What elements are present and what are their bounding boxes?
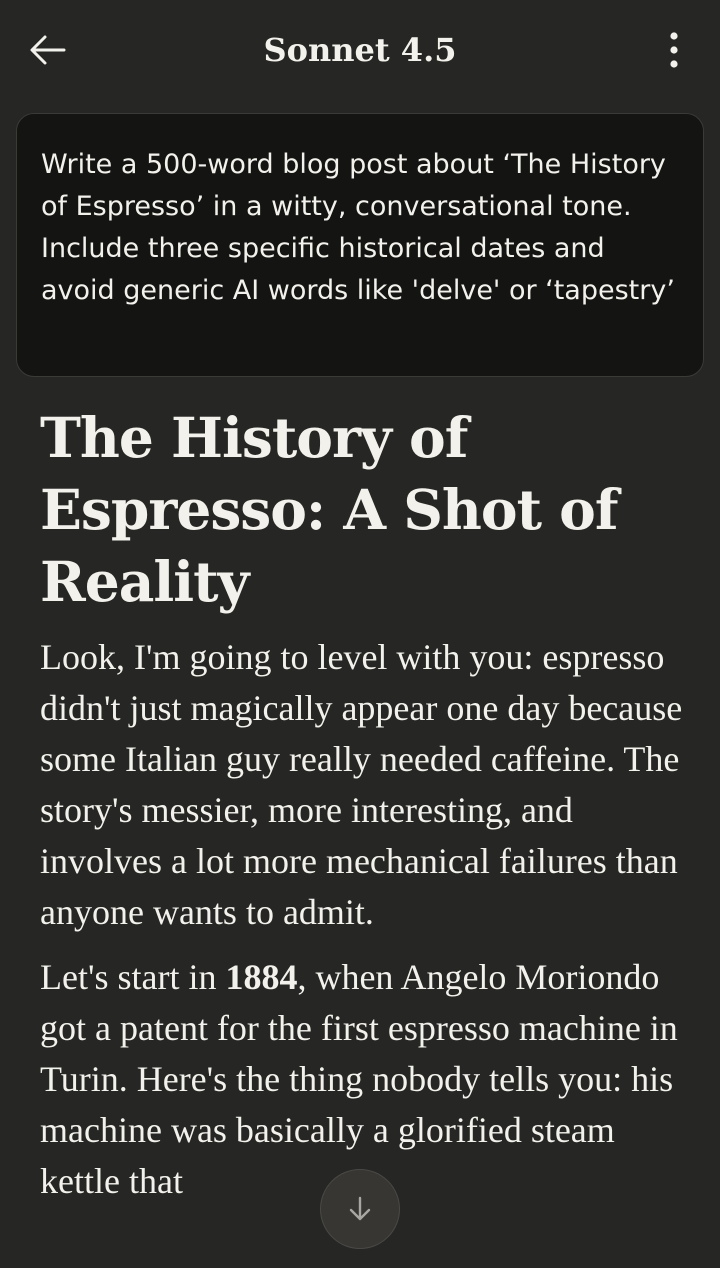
conversation-title[interactable]: Sonnet 4.5 <box>0 28 720 72</box>
user-message-bubble[interactable]: Write a 500-word blog post about ‘The Hi… <box>16 113 704 377</box>
user-message-text: Write a 500-word blog post about ‘The Hi… <box>41 149 675 306</box>
paragraph-text: Let's start in <box>40 957 226 997</box>
response-paragraph: Look, I'm going to level with you: espre… <box>40 637 683 932</box>
arrow-down-icon <box>349 1196 371 1221</box>
more-options-button[interactable] <box>654 28 694 72</box>
bold-date: 1884 <box>225 957 298 997</box>
response-paragraph: Let's start in 1884, when Angelo Moriond… <box>40 952 700 1207</box>
assistant-response: The History of Espresso: A Shot of Reali… <box>40 402 700 1221</box>
scroll-to-bottom-button[interactable] <box>320 1169 400 1249</box>
response-heading: The History of Espresso: A Shot of Reali… <box>40 405 619 614</box>
vertical-dots-icon <box>670 32 678 68</box>
top-bar: Sonnet 4.5 <box>0 0 720 100</box>
